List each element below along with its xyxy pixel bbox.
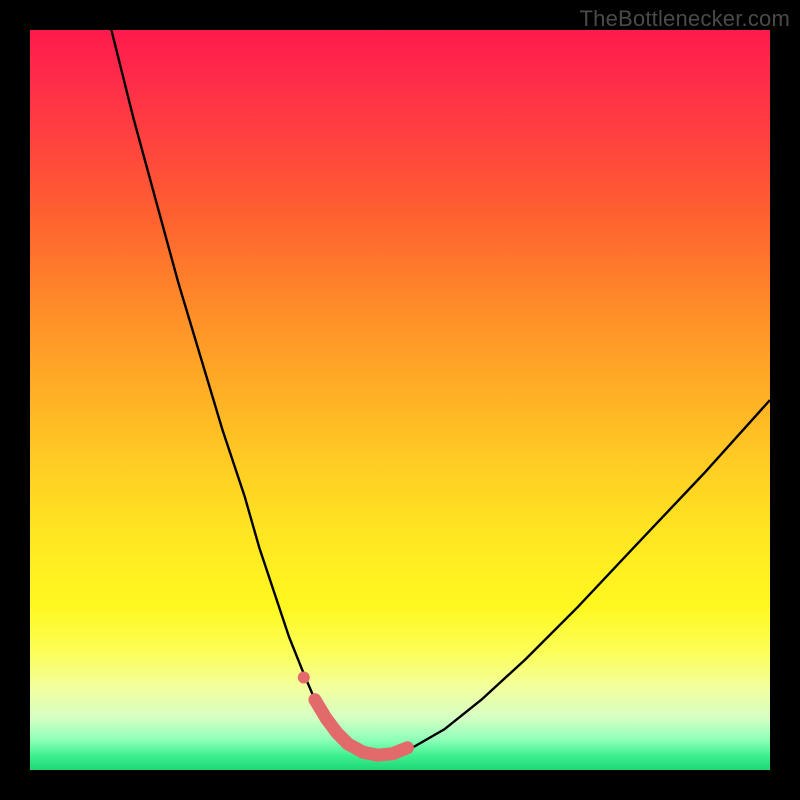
curve-layer [30, 30, 770, 770]
bottleneck-curve [111, 30, 770, 755]
marker-band [315, 700, 408, 756]
marker-dot [298, 672, 310, 684]
chart-frame: TheBottlenecker.com [0, 0, 800, 800]
watermark-text: TheBottlenecker.com [580, 6, 790, 32]
plot-area [30, 30, 770, 770]
